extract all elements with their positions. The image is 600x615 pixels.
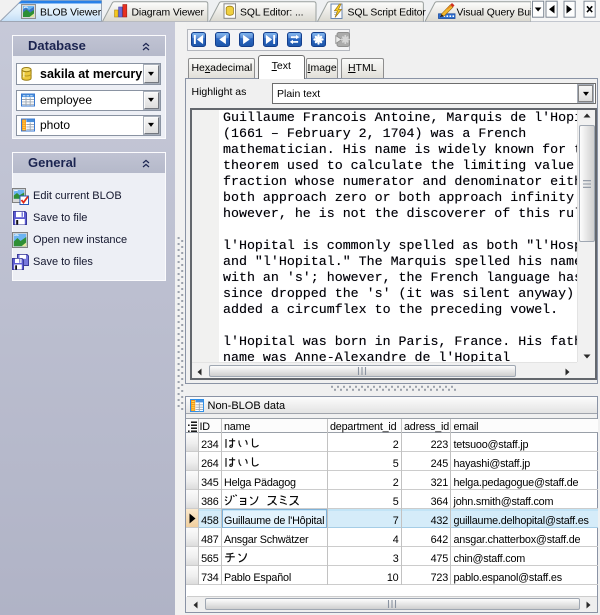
svg-text:SQL Script Editor: SQL Script Editor [348, 7, 427, 18]
svg-text:Visual Query Build: Visual Query Build [457, 7, 541, 18]
svg-text:SQL Editor: ...: SQL Editor: ... [240, 7, 303, 18]
svg-text:Diagram Viewer: Diagram Viewer [132, 7, 205, 18]
svg-text:BLOB Viewer: BLOB Viewer [40, 7, 102, 18]
